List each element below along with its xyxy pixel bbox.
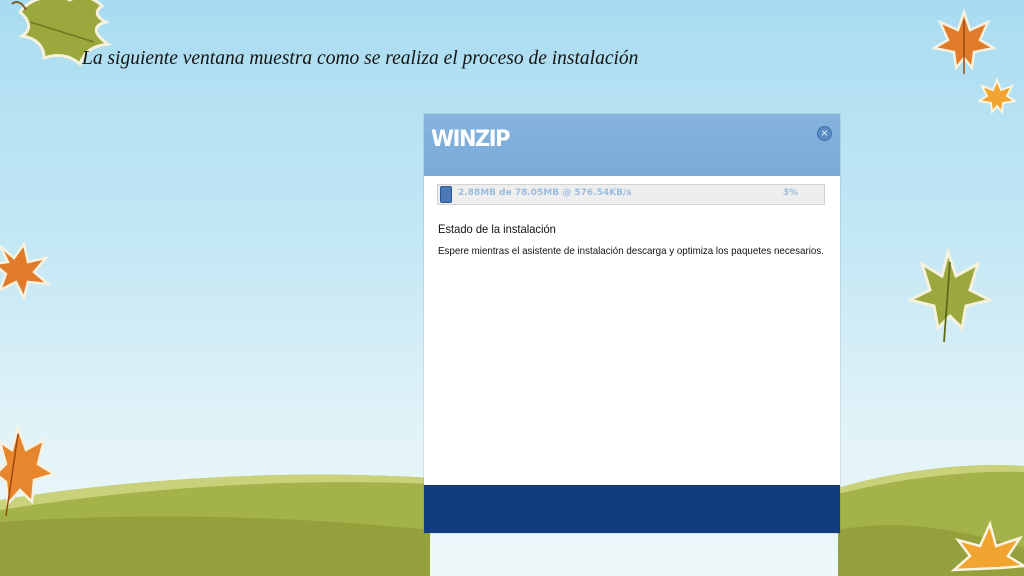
status-text: Espere mientras el asistente de instalac… (438, 245, 824, 257)
progress-text: 2.88MB de 78.05MB @ 576.54KB/s (458, 188, 632, 198)
leaf-decoration (950, 520, 1024, 572)
slide-title: La siguiente ventana muestra como se rea… (82, 48, 639, 69)
progress-fill (440, 186, 452, 203)
installer-window: WINZIP × 2.88MB de 78.05MB @ 576.54KB/s … (424, 114, 840, 533)
leaf-decoration (978, 78, 1016, 114)
download-progress-bar: 2.88MB de 78.05MB @ 576.54KB/s 3% (437, 184, 825, 205)
progress-percent: 3% (782, 188, 798, 198)
installer-footer (424, 485, 840, 533)
winzip-logo: WINZIP (431, 127, 510, 152)
leaf-decoration (932, 8, 996, 74)
slide-background: La siguiente ventana muestra como se rea… (0, 0, 1024, 576)
installer-header: WINZIP × (424, 114, 840, 176)
leaf-decoration (0, 240, 50, 302)
leaf-decoration (908, 248, 992, 343)
leaf-decoration (0, 424, 56, 517)
status-heading: Estado de la instalación (438, 222, 556, 236)
close-icon[interactable]: × (817, 126, 832, 141)
